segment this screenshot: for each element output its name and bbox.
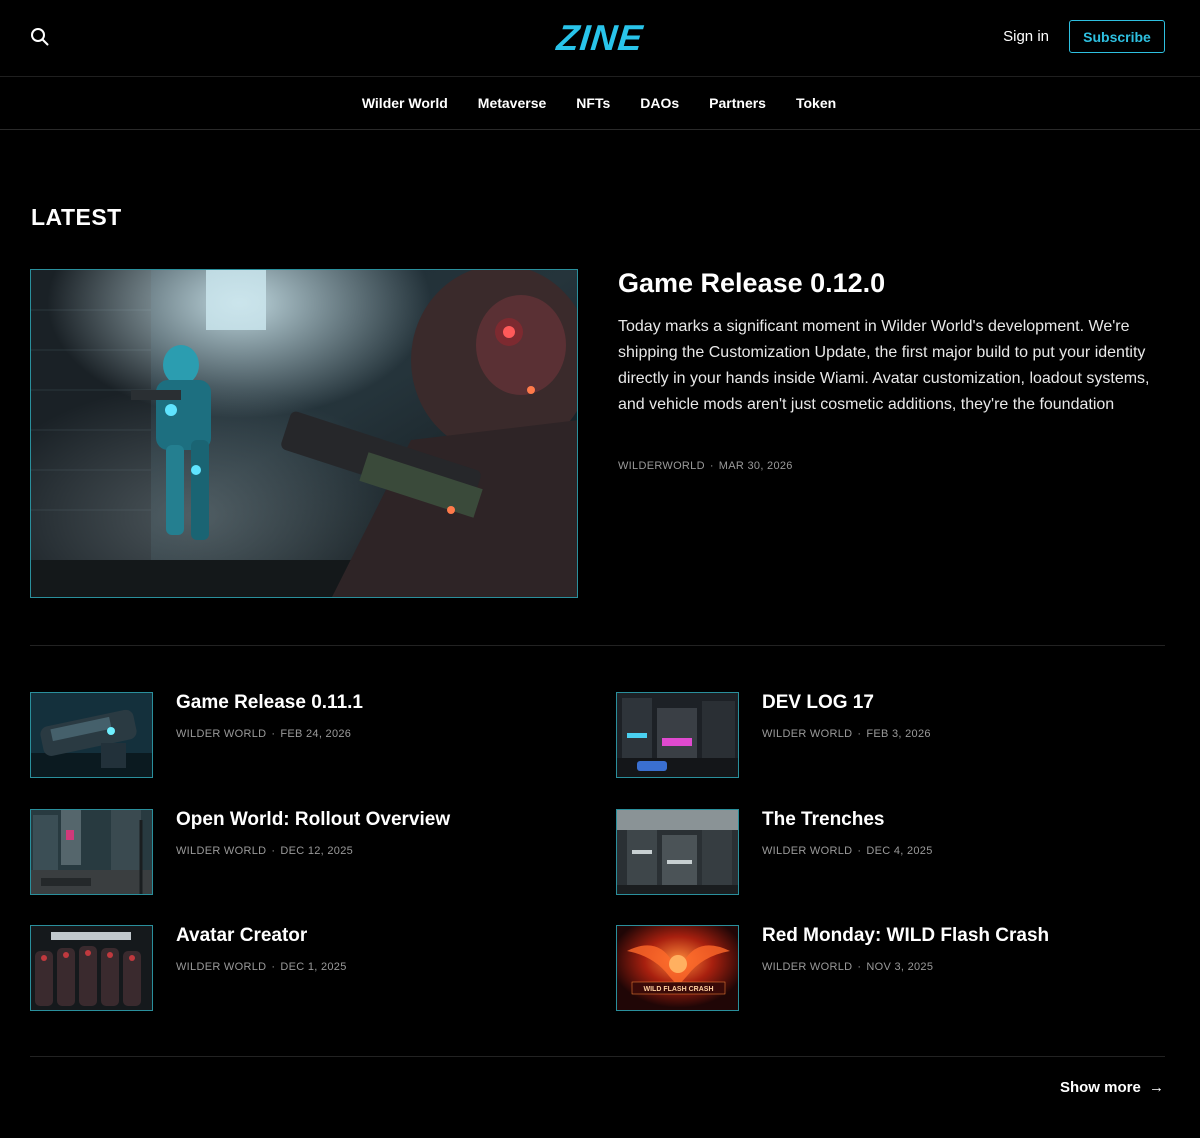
post-thumbnail[interactable] xyxy=(616,692,739,778)
post-meta: WILDER WORLD · DEC 4, 2025 xyxy=(762,845,933,857)
meta-separator: · xyxy=(271,728,276,740)
post-title[interactable]: Game Release 0.11.1 xyxy=(176,692,363,714)
hero-title[interactable]: Game Release 0.12.0 xyxy=(618,268,885,299)
post-date: DEC 1, 2025 xyxy=(280,961,347,973)
nav-item-daos[interactable]: DAOs xyxy=(640,95,679,111)
post-thumbnail[interactable]: WILD FLASH CRASH xyxy=(616,925,739,1011)
sign-in-link[interactable]: Sign in xyxy=(1003,28,1049,45)
hero-excerpt: Today marks a significant moment in Wild… xyxy=(618,318,1150,413)
show-more-link[interactable]: Show more → xyxy=(1060,1079,1164,1096)
post-thumbnail[interactable] xyxy=(616,809,739,895)
hero-image[interactable] xyxy=(30,269,578,598)
post-title[interactable]: DEV LOG 17 xyxy=(762,692,874,714)
post-thumbnail[interactable] xyxy=(30,809,153,895)
divider xyxy=(30,1056,1165,1057)
hero-date: MAR 30, 2026 xyxy=(718,460,793,472)
nav-item-wilder-world[interactable]: Wilder World xyxy=(362,95,448,111)
meta-separator: · xyxy=(857,728,862,740)
thumbnail-caption: WILD FLASH CRASH xyxy=(644,986,714,993)
section-title: LATEST xyxy=(31,204,122,230)
post-card[interactable]: DEV LOG 17 WILDER WORLD · FEB 3, 2026 xyxy=(616,692,1156,778)
meta-separator: · xyxy=(857,845,862,857)
post-title[interactable]: Avatar Creator xyxy=(176,925,307,947)
show-more-label: Show more xyxy=(1059,1079,1141,1096)
nav-item-metaverse[interactable]: Metaverse xyxy=(478,95,547,111)
post-author: WILDER WORLD xyxy=(762,845,853,857)
logo-text: ZINE xyxy=(554,17,646,58)
post-title[interactable]: Red Monday: WILD Flash Crash xyxy=(762,925,1049,947)
post-meta: WILDER WORLD · FEB 3, 2026 xyxy=(762,728,931,740)
post-meta: WILDER WORLD · DEC 1, 2025 xyxy=(176,961,347,973)
post-date: NOV 3, 2025 xyxy=(866,961,934,973)
post-thumbnail[interactable] xyxy=(30,692,153,778)
meta-separator: · xyxy=(271,961,276,973)
post-card[interactable]: Avatar Creator WILDER WORLD · DEC 1, 2025 xyxy=(30,925,570,1011)
post-card[interactable]: WILD FLASH CRASH Red Monday: WILD Flash … xyxy=(616,925,1156,1011)
nav-item-nfts[interactable]: NFTs xyxy=(576,95,610,111)
meta-separator: · xyxy=(271,845,276,857)
post-thumbnail[interactable] xyxy=(30,925,153,1011)
meta-separator: · xyxy=(857,961,862,973)
hero-author: WILDERWORLD xyxy=(618,460,705,472)
post-meta: WILDER WORLD · DEC 12, 2025 xyxy=(176,845,353,857)
post-meta: WILDER WORLD · NOV 3, 2025 xyxy=(762,961,933,973)
post-date: DEC 12, 2025 xyxy=(280,845,354,857)
post-title[interactable]: Open World: Rollout Overview xyxy=(176,809,450,831)
site-header: ZINE Sign in Subscribe xyxy=(0,0,1200,77)
post-author: WILDER WORLD xyxy=(762,961,853,973)
nav-item-token[interactable]: Token xyxy=(796,95,836,111)
post-card[interactable]: Game Release 0.11.1 WILDER WORLD · FEB 24,… xyxy=(30,692,570,778)
post-author: WILDER WORLD xyxy=(176,728,267,740)
post-card[interactable]: Open World: Rollout Overview WILDER WORL… xyxy=(30,809,570,895)
arrow-right-icon: → xyxy=(1149,1079,1164,1096)
post-author: WILDER WORLD xyxy=(176,845,267,857)
main-nav: Wilder World Metaverse NFTs DAOs Partner… xyxy=(0,77,1200,130)
post-date: FEB 3, 2026 xyxy=(866,728,931,740)
nav-item-partners[interactable]: Partners xyxy=(709,95,766,111)
post-title[interactable]: The Trenches xyxy=(762,809,885,831)
post-meta: WILDER WORLD · FEB 24, 2026 xyxy=(176,728,351,740)
hero-meta: WILDERWORLD · MAR 30, 2026 xyxy=(618,460,793,472)
post-date: FEB 24, 2026 xyxy=(280,728,352,740)
post-author: WILDER WORLD xyxy=(176,961,267,973)
post-card[interactable]: The Trenches WILDER WORLD · DEC 4, 2025 xyxy=(616,809,1156,895)
meta-separator: · xyxy=(709,460,714,472)
post-date: DEC 4, 2025 xyxy=(866,845,933,857)
post-author: WILDER WORLD xyxy=(762,728,853,740)
subscribe-button[interactable]: Subscribe xyxy=(1069,20,1165,53)
divider xyxy=(30,645,1165,646)
